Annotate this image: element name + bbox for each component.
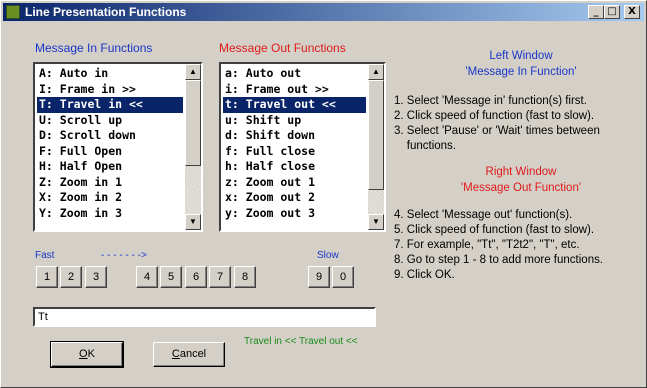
- list-item[interactable]: I: Frame in >>: [37, 82, 183, 98]
- sequence-input[interactable]: Tt: [33, 307, 376, 327]
- message-in-heading: Message In Functions: [35, 41, 153, 55]
- instruction-step: 2. Click speed of function (fast to slow…: [394, 110, 595, 122]
- instruction-step: 3. Select 'Pause' or 'Wait' times betwee…: [394, 125, 600, 137]
- instruction-step: 7. For example, "Tt", "T2t2", "T", etc.: [394, 239, 580, 251]
- app-icon: [6, 5, 20, 19]
- instruction-step: 8. Go to step 1 - 8 to add more function…: [394, 254, 604, 266]
- sequence-preview: Travel in << Travel out <<: [244, 336, 358, 347]
- list-item[interactable]: f: Full close: [223, 144, 366, 160]
- speed-button-6[interactable]: 6: [185, 266, 207, 288]
- fast-label: Fast: [35, 250, 55, 261]
- speed-button-7[interactable]: 7: [209, 266, 231, 288]
- speed-button-3[interactable]: 3: [85, 266, 107, 288]
- list-item[interactable]: Y: Zoom in 3: [37, 206, 183, 222]
- left-window-title: Left Window 'Message In Function': [411, 48, 631, 80]
- message-out-heading: Message Out Functions: [219, 41, 346, 55]
- instruction-step: functions.: [394, 140, 457, 152]
- message-out-list[interactable]: a: Auto out i: Frame out >> t: Travel out …: [219, 62, 386, 232]
- scroll-up-arrow-icon[interactable]: ▲: [185, 64, 201, 80]
- speed-button-1[interactable]: 1: [36, 266, 58, 288]
- scroll-thumb[interactable]: [368, 80, 384, 190]
- list-item[interactable]: Z: Zoom in 1: [37, 175, 183, 191]
- list-item[interactable]: h: Half close: [223, 159, 366, 175]
- speed-button-8[interactable]: 8: [234, 266, 256, 288]
- instruction-step: 4. Select 'Message out' function(s).: [394, 209, 573, 221]
- ok-button[interactable]: OK: [50, 341, 124, 368]
- right-window-title-line2: 'Message Out Function': [460, 182, 582, 194]
- message-in-list[interactable]: A: Auto in I: Frame in >> T: Travel in << U…: [33, 62, 203, 232]
- slow-label: Slow: [317, 250, 339, 261]
- cancel-label-rest: ancel: [179, 348, 207, 360]
- speed-arrow-label: - - - - - - ->: [101, 250, 147, 261]
- ok-label-rest: K: [87, 348, 95, 360]
- maximize-button[interactable]: □: [604, 5, 620, 19]
- cancel-mnemonic: C: [171, 348, 180, 360]
- list-item[interactable]: U: Scroll up: [37, 113, 183, 129]
- list-item[interactable]: F: Full Open: [37, 144, 183, 160]
- title-bar[interactable]: Line Presentation Functions _ □ X: [3, 3, 644, 21]
- list-item[interactable]: T: Travel in <<: [37, 97, 183, 113]
- scroll-down-arrow-icon[interactable]: ▼: [185, 214, 201, 230]
- close-button[interactable]: X: [624, 5, 640, 19]
- speed-button-9[interactable]: 9: [308, 266, 330, 288]
- list-item[interactable]: z: Zoom out 1: [223, 175, 366, 191]
- left-instructions: 1. Select 'Message in' function(s) first…: [394, 94, 600, 154]
- right-window-title-line1: Right Window: [485, 166, 557, 178]
- instruction-step: 1. Select 'Message in' function(s) first…: [394, 95, 587, 107]
- list-item[interactable]: D: Scroll down: [37, 128, 183, 144]
- window-title: Line Presentation Functions: [25, 5, 187, 19]
- list-item[interactable]: H: Half Open: [37, 159, 183, 175]
- ok-mnemonic: O: [79, 348, 88, 360]
- speed-button-0[interactable]: 0: [332, 266, 354, 288]
- left-window-title-line2: 'Message In Function': [465, 66, 577, 78]
- message-in-items: A: Auto in I: Frame in >> T: Travel in << U…: [37, 66, 183, 221]
- instruction-step: 5. Click speed of function (fast to slow…: [394, 224, 595, 236]
- list-item[interactable]: X: Zoom in 2: [37, 190, 183, 206]
- left-window-title-line1: Left Window: [489, 50, 553, 62]
- scroll-up-arrow-icon[interactable]: ▲: [368, 64, 384, 80]
- list-item[interactable]: y: Zoom out 3: [223, 206, 366, 222]
- speed-button-2[interactable]: 2: [60, 266, 82, 288]
- message-in-scrollbar[interactable]: ▲ ▼: [185, 64, 201, 230]
- message-out-items: a: Auto out i: Frame out >> t: Travel out …: [223, 66, 366, 221]
- dialog-window: Line Presentation Functions _ □ X Messag…: [0, 0, 647, 388]
- scroll-thumb[interactable]: [185, 80, 201, 166]
- right-instructions: 4. Select 'Message out' function(s). 5. …: [394, 208, 603, 283]
- list-item[interactable]: t: Travel out <<: [223, 97, 366, 113]
- list-item[interactable]: u: Shift up: [223, 113, 366, 129]
- cancel-button[interactable]: Cancel: [153, 342, 225, 367]
- message-out-scrollbar[interactable]: ▲ ▼: [368, 64, 384, 230]
- list-item[interactable]: A: Auto in: [37, 66, 183, 82]
- list-item[interactable]: i: Frame out >>: [223, 82, 366, 98]
- list-item[interactable]: d: Shift down: [223, 128, 366, 144]
- list-item[interactable]: a: Auto out: [223, 66, 366, 82]
- minimize-button[interactable]: _: [588, 5, 604, 19]
- right-window-title: Right Window 'Message Out Function': [411, 164, 631, 196]
- list-item[interactable]: x: Zoom out 2: [223, 190, 366, 206]
- speed-button-5[interactable]: 5: [160, 266, 182, 288]
- instruction-step: 9. Click OK.: [394, 269, 455, 281]
- scroll-down-arrow-icon[interactable]: ▼: [368, 214, 384, 230]
- speed-button-4[interactable]: 4: [136, 266, 158, 288]
